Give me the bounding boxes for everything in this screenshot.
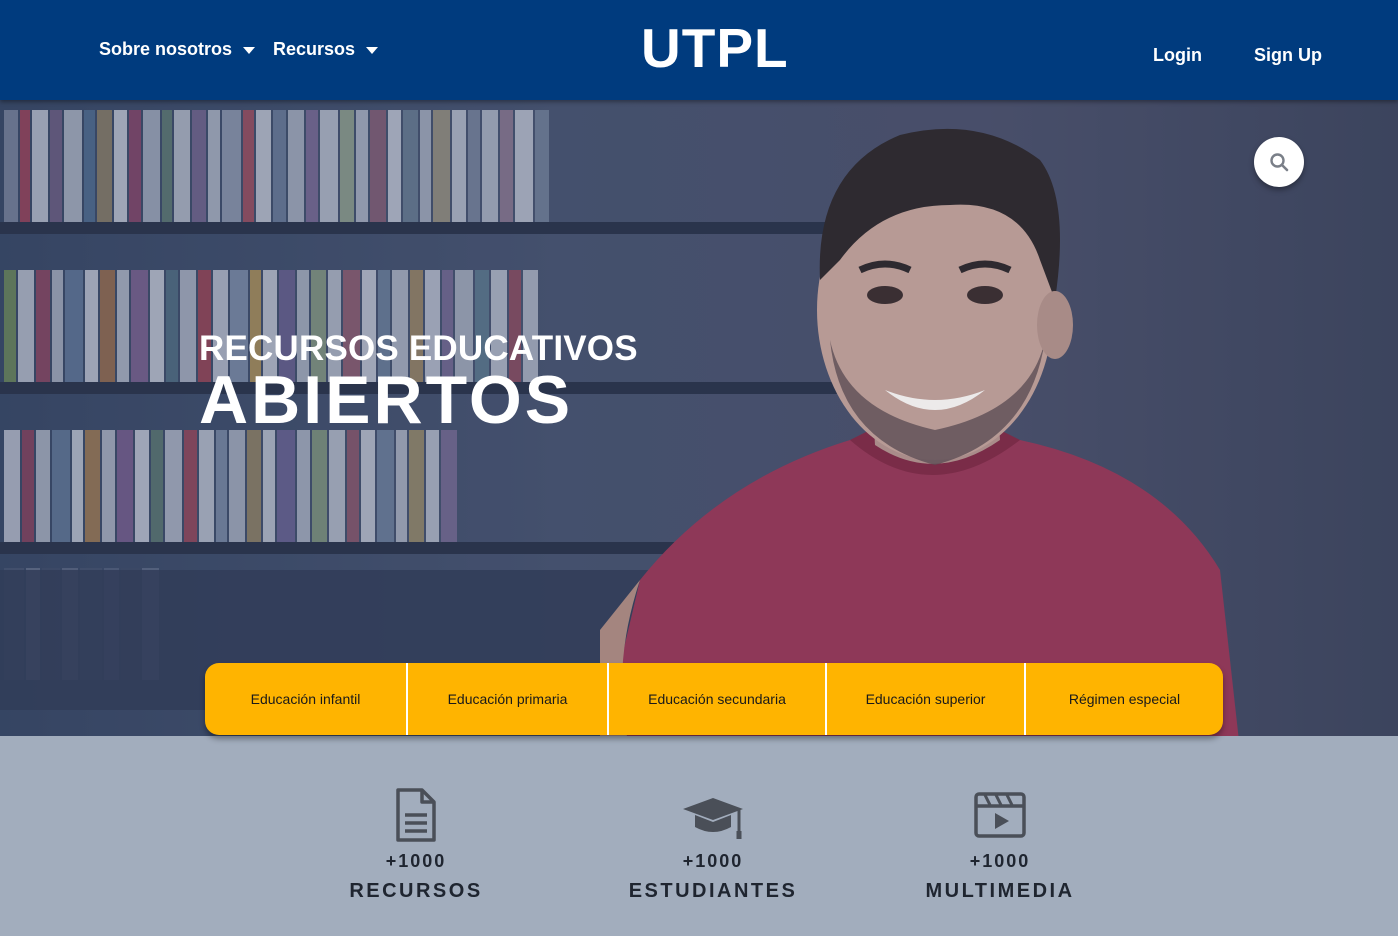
site-logo[interactable]: UTPL bbox=[641, 18, 789, 78]
stat-multimedia: +1000 MULTIMEDIA bbox=[910, 785, 1090, 903]
top-navbar: Sobre nosotros Recursos UTPL Login Sign … bbox=[0, 0, 1398, 100]
nav-label: Sobre nosotros bbox=[99, 39, 233, 59]
video-film-icon bbox=[965, 785, 1035, 845]
stat-count: +1000 bbox=[682, 851, 744, 871]
stat-label: RECURSOS bbox=[349, 880, 483, 902]
hero-title: ABIERTOS bbox=[199, 362, 574, 438]
hero-banner: RECURSOS EDUCATIVOS ABIERTOS bbox=[0, 100, 1398, 736]
category-educacion-secundaria[interactable]: Educación secundaria bbox=[609, 663, 827, 735]
stat-estudiantes: +1000 ESTUDIANTES bbox=[613, 785, 813, 903]
category-educacion-superior[interactable]: Educación superior bbox=[827, 663, 1026, 735]
search-icon bbox=[1270, 153, 1289, 172]
stat-label: ESTUDIANTES bbox=[628, 880, 798, 902]
nav-dropdown-sobre-nosotros[interactable]: Sobre nosotros bbox=[99, 39, 256, 60]
nav-dropdown-recursos[interactable]: Recursos bbox=[273, 39, 379, 60]
student-photo bbox=[600, 128, 1239, 736]
education-level-bar: Educación infantil Educación primaria Ed… bbox=[205, 663, 1223, 735]
login-link[interactable]: Login bbox=[1153, 45, 1202, 66]
caret-down-icon bbox=[366, 46, 379, 54]
graduation-cap-icon bbox=[678, 785, 748, 845]
document-icon bbox=[381, 785, 451, 845]
nav-label: Recursos bbox=[273, 39, 356, 59]
stat-recursos: +1000 RECURSOS bbox=[336, 785, 496, 903]
stat-label: MULTIMEDIA bbox=[925, 880, 1075, 902]
category-educacion-infantil[interactable]: Educación infantil bbox=[205, 663, 408, 735]
category-educacion-primaria[interactable]: Educación primaria bbox=[408, 663, 609, 735]
stat-count: +1000 bbox=[385, 851, 447, 871]
signup-link[interactable]: Sign Up bbox=[1254, 45, 1322, 66]
stat-count: +1000 bbox=[969, 851, 1031, 871]
caret-down-icon bbox=[243, 46, 256, 54]
category-regimen-especial[interactable]: Régimen especial bbox=[1026, 663, 1223, 735]
search-button[interactable] bbox=[1254, 137, 1304, 187]
